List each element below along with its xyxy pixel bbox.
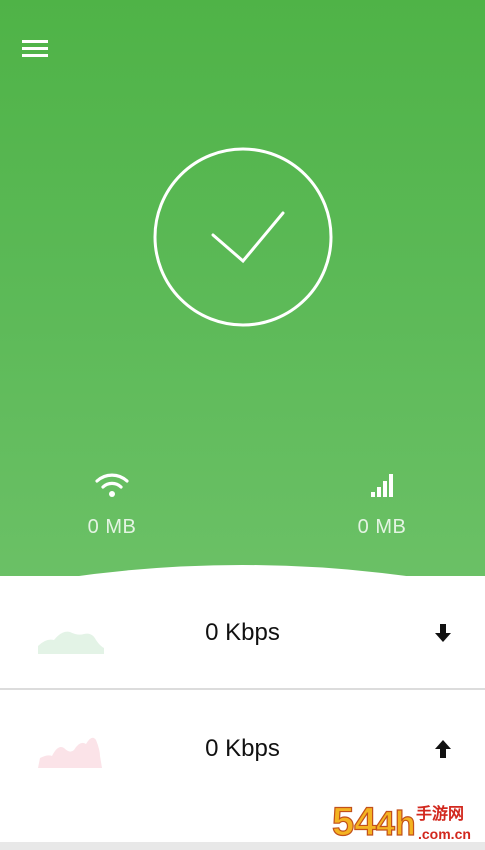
wifi-icon (95, 473, 129, 497)
wifi-usage: 0 MB (52, 468, 172, 539)
arrow-up-icon (435, 740, 451, 758)
hamburger-menu-icon (22, 40, 48, 57)
menu-button[interactable] (16, 32, 54, 66)
svg-text:54: 54 (332, 800, 377, 844)
svg-text:4h: 4h (376, 805, 416, 843)
wifi-usage-value: 0 MB (87, 516, 137, 538)
download-speed-graph (38, 631, 104, 654)
row-divider (0, 688, 485, 690)
upload-speed-graph (38, 737, 102, 768)
svg-text:手游网: 手游网 (416, 804, 464, 823)
hero-panel: 0 MB 0 MB (0, 0, 485, 600)
mobile-usage-value: 0 MB (357, 516, 407, 538)
watermark-logo: 54 4h 手游网 .com.cn (331, 799, 471, 844)
checkmark-circle-icon (153, 147, 333, 327)
cellular-signal-icon (371, 474, 393, 497)
upload-speed-value: 0 Kbps (205, 735, 280, 762)
mobile-usage: 0 MB (322, 468, 442, 539)
arrow-down-icon (435, 624, 451, 642)
svg-text:.com.cn: .com.cn (418, 826, 471, 842)
download-speed-value: 0 Kbps (205, 619, 280, 646)
download-speed-row: 0 Kbps (0, 576, 485, 690)
